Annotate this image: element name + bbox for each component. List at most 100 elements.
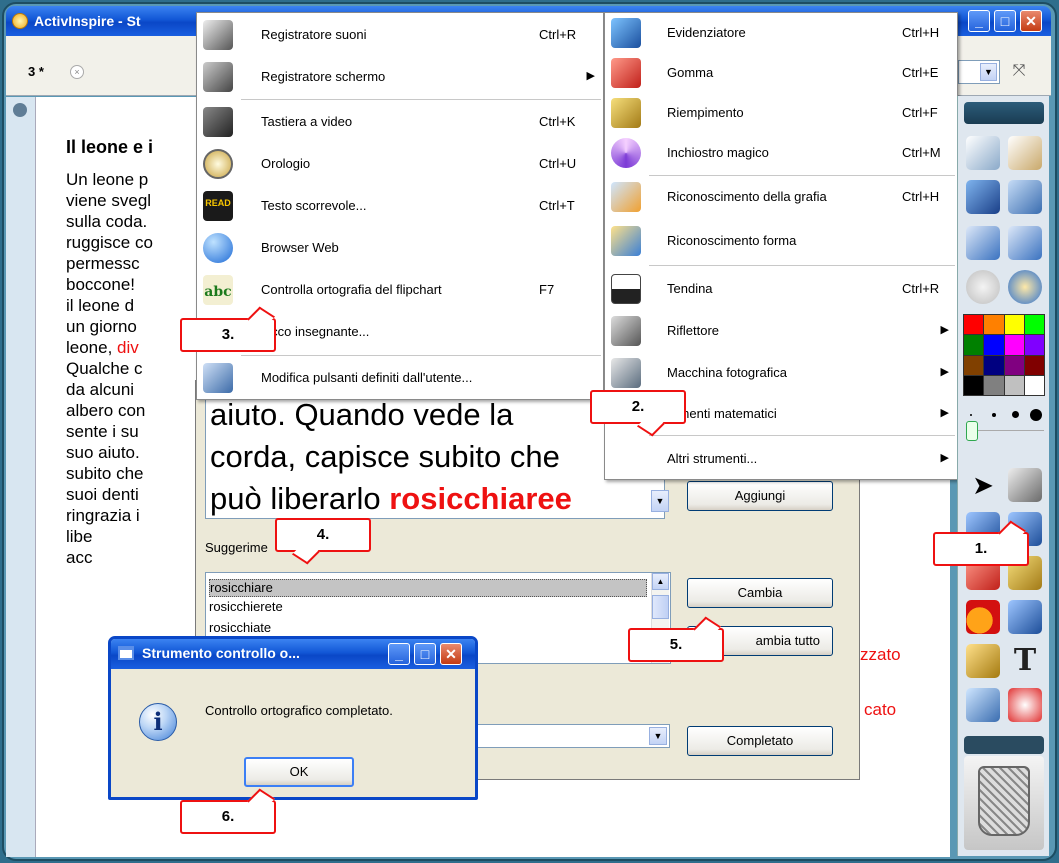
tools-icon[interactable] (1008, 180, 1042, 214)
done-button[interactable]: Completato (687, 726, 833, 756)
desktop-annotate-icon[interactable] (966, 180, 1000, 214)
add-word-button[interactable]: Aggiungi (687, 481, 833, 511)
step-callout: 6. (180, 788, 276, 834)
menu-item-on-screen-keyboard[interactable]: Tastiera a video Ctrl+K (197, 102, 603, 142)
tab-close-icon[interactable]: × (70, 65, 84, 79)
palette-swatch[interactable] (1024, 355, 1044, 375)
minimize-button[interactable]: _ (968, 10, 990, 32)
menu-item-fill[interactable]: Riempimento Ctrl+F (605, 93, 957, 133)
text-line: ringrazia i (66, 506, 140, 525)
text-line: libe (66, 527, 93, 546)
reset-page-icon[interactable] (1008, 688, 1042, 722)
suggestion-item[interactable]: rosicchiare (209, 579, 647, 597)
palette-swatch[interactable] (1004, 315, 1024, 335)
menu-item-eraser[interactable]: Gomma Ctrl+E (605, 53, 957, 93)
undo-icon[interactable] (1008, 270, 1042, 304)
flipchart-browser-icon[interactable] (966, 136, 1000, 170)
menu-item-edit-user-buttons[interactable]: Modifica pulsanti definiti dall'utente..… (197, 358, 603, 398)
desktop-tools-icon[interactable] (1008, 468, 1042, 502)
toolbox-header[interactable] (964, 102, 1044, 124)
fit-page-icon[interactable]: ⤧ (1006, 62, 1032, 82)
palette-swatch[interactable] (964, 335, 984, 355)
close-button[interactable]: ✕ (440, 643, 462, 665)
chevron-down-icon[interactable]: ▼ (649, 727, 667, 745)
menu-item-ticker[interactable]: READ Testo scorrevole... Ctrl+T (197, 186, 603, 226)
width-dot[interactable] (970, 414, 972, 416)
width-dot[interactable] (1030, 409, 1042, 421)
edit-buttons-icon (203, 363, 233, 393)
trash-panel-header[interactable] (964, 736, 1044, 754)
palette-swatch[interactable] (1004, 335, 1024, 355)
suggestions-label: Suggerime (205, 540, 268, 555)
trash-can-panel[interactable] (964, 756, 1044, 850)
menu-item-handwriting-recognition[interactable]: Riconoscimento della grafia Ctrl+H (605, 177, 957, 217)
menu-item-highlighter[interactable]: Evidenziatore Ctrl+H (605, 13, 957, 53)
menu-item-spotlight[interactable]: Riflettore ▶ (605, 311, 957, 351)
menu-item-clock[interactable]: Orologio Ctrl+U (197, 144, 603, 184)
step-callout: 4. (275, 518, 371, 565)
text-line: suoi denti (66, 485, 139, 504)
transparency-slider[interactable] (966, 421, 1044, 446)
palette-swatch[interactable] (984, 335, 1004, 355)
slider-thumb[interactable] (966, 421, 978, 441)
palette-swatch[interactable] (984, 355, 1004, 375)
menu-item-magic-ink[interactable]: Inchiostro magico Ctrl+M (605, 133, 957, 173)
next-page-icon[interactable] (1008, 226, 1042, 260)
chevron-up-icon[interactable]: ▲ (652, 573, 669, 590)
previous-page-icon[interactable] (966, 226, 1000, 260)
menu-item-camera[interactable]: Macchina fotografica ▶ (605, 353, 957, 393)
suggestion-item[interactable]: rosicchierete (209, 599, 283, 615)
text-line: un giorno (66, 317, 137, 336)
step-callout: 1. (933, 520, 1029, 566)
pen-width-selector[interactable] (966, 408, 1044, 422)
shape-icon[interactable] (966, 600, 1000, 634)
menu-item-screen-recorder[interactable]: Registratore schermo ▶ (197, 57, 603, 97)
menu-item-revealer[interactable]: Tendina Ctrl+R (605, 269, 957, 309)
ok-button[interactable]: OK (244, 757, 354, 787)
menu-item-spell-check[interactable]: abc Controlla ortografia del flipchart F… (197, 270, 603, 310)
palette-swatch[interactable] (1004, 355, 1024, 375)
palette-swatch[interactable] (1004, 375, 1024, 395)
zoom-select[interactable]: ▼ (958, 60, 1000, 84)
media-icon[interactable] (966, 644, 1000, 678)
color-palette[interactable] (963, 314, 1045, 396)
menu-item-web-browser[interactable]: Browser Web (197, 228, 603, 268)
tab-flipchart-3[interactable]: 3 * (28, 64, 44, 79)
maximize-button[interactable]: □ (994, 10, 1016, 32)
language-select[interactable]: ▼ (470, 724, 670, 748)
red-text: zzato (860, 645, 901, 664)
palette-swatch[interactable] (964, 355, 984, 375)
profile-icon[interactable] (1008, 136, 1042, 170)
camera-icon (611, 358, 641, 388)
select-cursor-icon[interactable]: ➤ (966, 468, 1000, 502)
menu-item-sound-recorder[interactable]: Registratore suoni Ctrl+R (197, 15, 603, 55)
palette-swatch[interactable] (1024, 375, 1044, 395)
palette-swatch[interactable] (984, 375, 1004, 395)
handwriting-icon (611, 182, 641, 212)
menu-item-more-tools[interactable]: Altri strumenti... ▶ (605, 439, 957, 479)
change-button[interactable]: Cambia (687, 578, 833, 608)
text-tool-icon[interactable]: T (1008, 644, 1042, 678)
menu-item-shape-recognition[interactable]: Riconoscimento forma (605, 221, 957, 261)
scroll-thumb[interactable] (652, 595, 669, 619)
palette-swatch[interactable] (1024, 315, 1044, 335)
palette-swatch[interactable] (964, 375, 984, 395)
clear-icon[interactable] (966, 688, 1000, 722)
width-dot[interactable] (1012, 411, 1019, 418)
revealer-icon (611, 274, 641, 304)
connector-icon[interactable] (1008, 600, 1042, 634)
palette-swatch[interactable] (984, 315, 1004, 335)
palette-swatch[interactable] (1024, 335, 1044, 355)
maximize-button[interactable]: □ (414, 643, 436, 665)
play-icon[interactable] (966, 270, 1000, 304)
suggestion-item[interactable]: rosicchiate (209, 620, 271, 636)
close-button[interactable]: ✕ (1020, 10, 1042, 32)
pin-icon[interactable] (13, 103, 27, 117)
width-dot[interactable] (992, 413, 996, 417)
trash-can-icon[interactable] (978, 766, 1030, 836)
chevron-down-icon[interactable]: ▼ (980, 63, 997, 81)
submenu-arrow-icon: ▶ (940, 366, 949, 378)
palette-swatch[interactable] (964, 315, 984, 335)
minimize-button[interactable]: _ (388, 643, 410, 665)
chevron-down-icon[interactable]: ▼ (651, 490, 669, 512)
